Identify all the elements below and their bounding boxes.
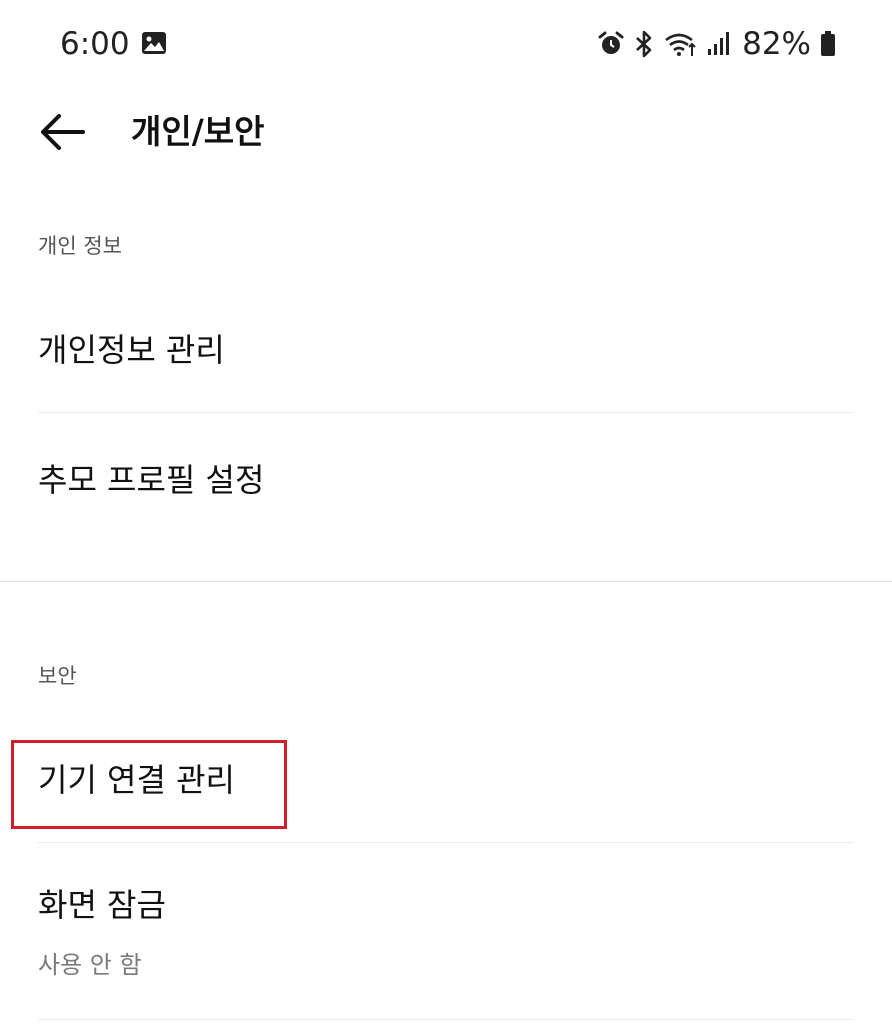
section-header-personal: 개인 정보	[38, 234, 122, 258]
bluetooth-icon	[636, 30, 652, 58]
back-button[interactable]	[30, 106, 94, 158]
page-title: 개인/보안	[131, 112, 265, 151]
section-divider	[0, 581, 892, 582]
divider	[38, 1019, 854, 1020]
highlight-box	[11, 740, 287, 829]
battery-icon	[821, 31, 835, 56]
battery-percentage: 82%	[742, 26, 811, 62]
alarm-icon	[598, 31, 624, 54]
back-arrow-icon	[41, 114, 85, 150]
list-item-label: 개인정보 관리	[38, 331, 225, 369]
list-item-subtitle: 사용 안 함	[38, 951, 142, 979]
section-header-security: 보안	[38, 664, 77, 688]
status-icons: 82%	[598, 24, 836, 64]
wifi-icon	[665, 33, 696, 56]
status-time: 6:00	[60, 26, 130, 62]
gallery-icon	[142, 32, 166, 54]
list-item-label: 화면 잠금	[38, 886, 166, 924]
list-item-label: 추모 프로필 설정	[38, 461, 265, 499]
list-item-privacy-management[interactable]: 개인정보 관리	[0, 300, 892, 412]
list-item-screen-lock[interactable]: 화면 잠금 사용 안 함	[0, 843, 892, 1019]
signal-icon	[708, 32, 730, 55]
list-item-memorial-profile[interactable]: 추모 프로필 설정	[0, 413, 892, 543]
